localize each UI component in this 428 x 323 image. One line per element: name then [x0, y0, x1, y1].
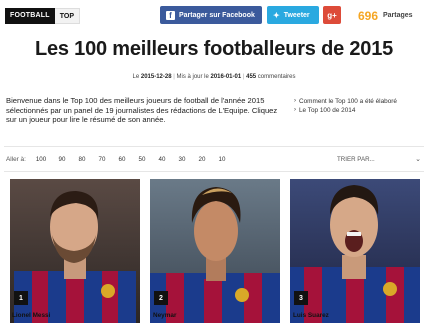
link-top100-2014[interactable]: › Le Top 100 de 2014	[294, 106, 424, 115]
share-gplus-button[interactable]: g+	[323, 6, 341, 24]
comments-label[interactable]: commentaires	[258, 74, 296, 80]
twitter-icon: ✦	[273, 10, 280, 20]
site-logo[interactable]: FOOTBALL TOP	[5, 8, 80, 24]
jump-70[interactable]: 70	[92, 156, 112, 163]
share-facebook-label: Partager sur Facebook	[179, 11, 255, 19]
jump-20[interactable]: 20	[192, 156, 212, 163]
rank-badge: 1	[14, 291, 28, 305]
chevron-right-icon: ›	[294, 98, 296, 104]
chevron-down-icon: ⌄	[415, 156, 421, 163]
jump-10[interactable]: 10	[212, 156, 232, 163]
jump-30[interactable]: 30	[172, 156, 192, 163]
link-methodology[interactable]: › Comment le Top 100 a été élaboré	[294, 97, 424, 106]
article-meta: Le 2015-12-28 | Mis à jour le 2016-01-01…	[0, 74, 428, 80]
gplus-icon: g+	[327, 10, 337, 20]
rank-badge: 3	[294, 291, 308, 305]
player-photo	[10, 179, 140, 323]
related-links: › Comment le Top 100 a été élaboré › Le …	[294, 97, 424, 115]
comments-count[interactable]: 455	[246, 74, 256, 80]
page-title: Les 100 meilleurs footballeurs de 2015	[34, 38, 394, 60]
tweet-button[interactable]: ✦ Tweeter	[267, 6, 319, 24]
jump-label: Aller à:	[6, 156, 26, 163]
jump-40[interactable]: 40	[152, 156, 172, 163]
jump-50[interactable]: 50	[132, 156, 152, 163]
jump-60[interactable]: 60	[112, 156, 132, 163]
chevron-right-icon: ›	[294, 107, 296, 113]
player-name[interactable]: Lionel Messi	[12, 312, 50, 319]
share-count: 696	[358, 9, 379, 23]
jump-80[interactable]: 80	[72, 156, 92, 163]
share-facebook-button[interactable]: f Partager sur Facebook	[160, 6, 262, 24]
jump-100[interactable]: 100	[30, 156, 52, 163]
intro-text: Bienvenue dans le Top 100 des meilleurs …	[6, 96, 278, 125]
player-name[interactable]: Neymar	[153, 312, 176, 319]
updated-date: 2016-01-01	[210, 74, 242, 80]
meta-separator: |	[173, 74, 175, 80]
player-card[interactable]: 3	[290, 179, 420, 323]
rank-badge: 2	[154, 291, 168, 305]
player-photo	[150, 179, 280, 323]
meta-le: Le	[132, 74, 140, 80]
jump-90[interactable]: 90	[52, 156, 72, 163]
player-card[interactable]: 1	[10, 179, 140, 323]
share-label: Partages	[383, 12, 413, 19]
sort-select-value: TRIER PAR...	[337, 156, 375, 163]
meta-separator: |	[242, 74, 245, 80]
jump-links: 100 90 80 70 60 50 40 30 20 10	[30, 156, 232, 163]
logo-football: FOOTBALL	[5, 8, 55, 24]
player-name[interactable]: Luis Suarez	[293, 312, 329, 319]
player-card[interactable]: 2	[150, 179, 280, 323]
jump-nav: Aller à: 100 90 80 70 60 50 40 30 20 10 …	[4, 146, 424, 172]
link-top100-2014-label: Le Top 100 de 2014	[299, 107, 356, 114]
top-bar: FOOTBALL TOP f Partager sur Facebook ✦ T…	[0, 0, 428, 30]
publish-date: 2015-12-28	[140, 74, 172, 80]
sort-select[interactable]: TRIER PAR... ⌄	[337, 156, 423, 163]
facebook-icon: f	[166, 10, 175, 20]
logo-top: TOP	[54, 8, 80, 24]
player-photo	[290, 179, 420, 323]
tweet-label: Tweeter	[283, 11, 310, 19]
updated-label: Mis à jour le	[176, 74, 209, 80]
link-methodology-label: Comment le Top 100 a été élaboré	[299, 98, 397, 105]
